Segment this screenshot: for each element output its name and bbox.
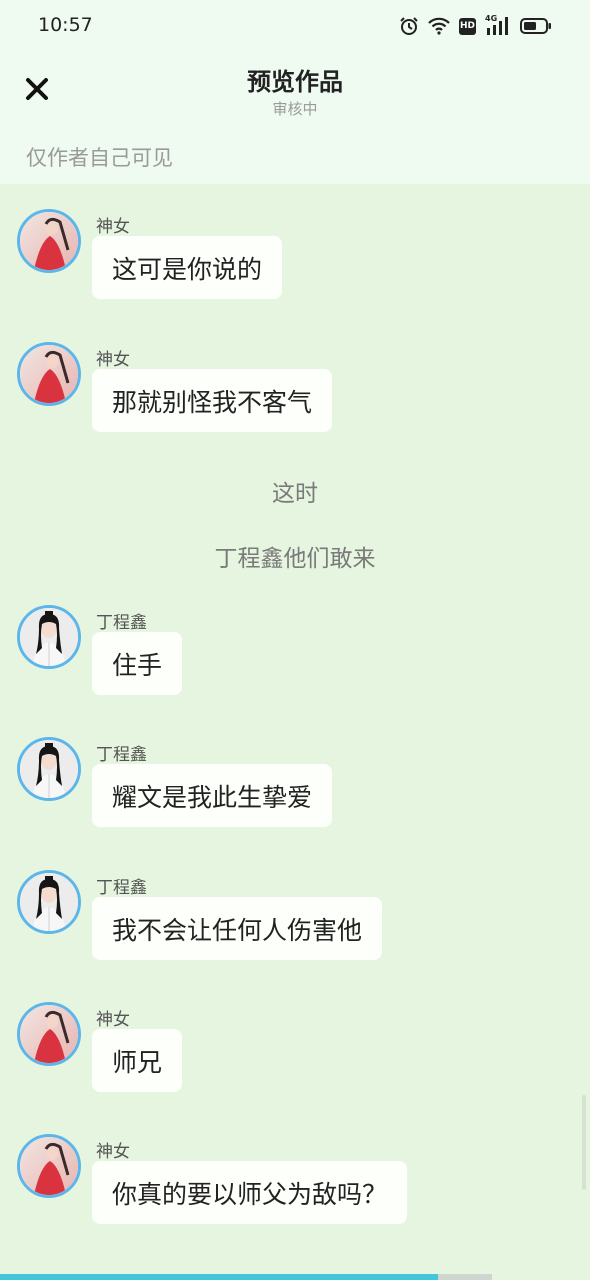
status-bar: 10:57 HD 4G: [0, 0, 590, 52]
header-area: 10:57 HD 4G 预览作品 审核中 仅作者自己可见: [0, 0, 590, 184]
battery-icon: [520, 17, 552, 35]
avatar[interactable]: [17, 1002, 81, 1066]
chat-message: 神女 那就别怪我不客气: [0, 342, 590, 452]
narration-text: 这时: [272, 481, 318, 507]
read-progress-fill: [0, 1274, 438, 1280]
message-bubble[interactable]: 这可是你说的: [92, 236, 283, 299]
narration-text: 丁程鑫他们敢来: [214, 546, 376, 572]
message-bubble[interactable]: 师兄: [92, 1029, 183, 1092]
4g-signal-icon: 4G: [485, 14, 511, 36]
visibility-note: 仅作者自己可见: [26, 146, 173, 170]
wifi-icon: [428, 17, 450, 35]
avatar[interactable]: [17, 342, 81, 406]
sender-name: 神女: [96, 1142, 130, 1162]
chat-message: 神女 这可是你说的: [0, 209, 590, 319]
chat-message: 神女 师兄: [0, 1002, 590, 1112]
avatar[interactable]: [17, 737, 81, 801]
message-bubble[interactable]: 我不会让任何人伤害他: [92, 897, 383, 960]
chat-message: 丁程鑫 耀文是我此生挚爱: [0, 737, 590, 847]
chat-message: 丁程鑫 我不会让任何人伤害他: [0, 870, 590, 980]
sender-name: 神女: [96, 217, 130, 237]
chat-message: 神女 你真的要以师父为敌吗？: [0, 1134, 590, 1244]
sender-name: 神女: [96, 1010, 130, 1030]
read-progress-bar: [0, 1274, 492, 1280]
sender-name: 丁程鑫: [96, 613, 147, 633]
scrollbar[interactable]: [582, 1095, 586, 1190]
alarm-icon: [399, 16, 419, 36]
sender-name: 神女: [96, 350, 130, 370]
avatar[interactable]: [17, 209, 81, 273]
message-bubble[interactable]: 住手: [92, 632, 183, 695]
page-title: 预览作品: [247, 68, 343, 96]
avatar[interactable]: [17, 605, 81, 669]
review-status: 审核中: [272, 100, 318, 118]
message-bubble[interactable]: 耀文是我此生挚爱: [92, 764, 333, 827]
message-bubble[interactable]: 那就别怪我不客气: [92, 369, 333, 432]
status-time: 10:57: [38, 14, 93, 36]
status-icons: HD 4G: [399, 14, 552, 38]
sender-name: 丁程鑫: [96, 745, 147, 765]
hd-icon: HD: [459, 17, 476, 35]
sender-name: 丁程鑫: [96, 878, 147, 898]
message-bubble[interactable]: 你真的要以师父为敌吗？: [92, 1161, 408, 1224]
chat-message: 丁程鑫 住手: [0, 605, 590, 715]
avatar[interactable]: [17, 1134, 81, 1198]
avatar[interactable]: [17, 870, 81, 934]
